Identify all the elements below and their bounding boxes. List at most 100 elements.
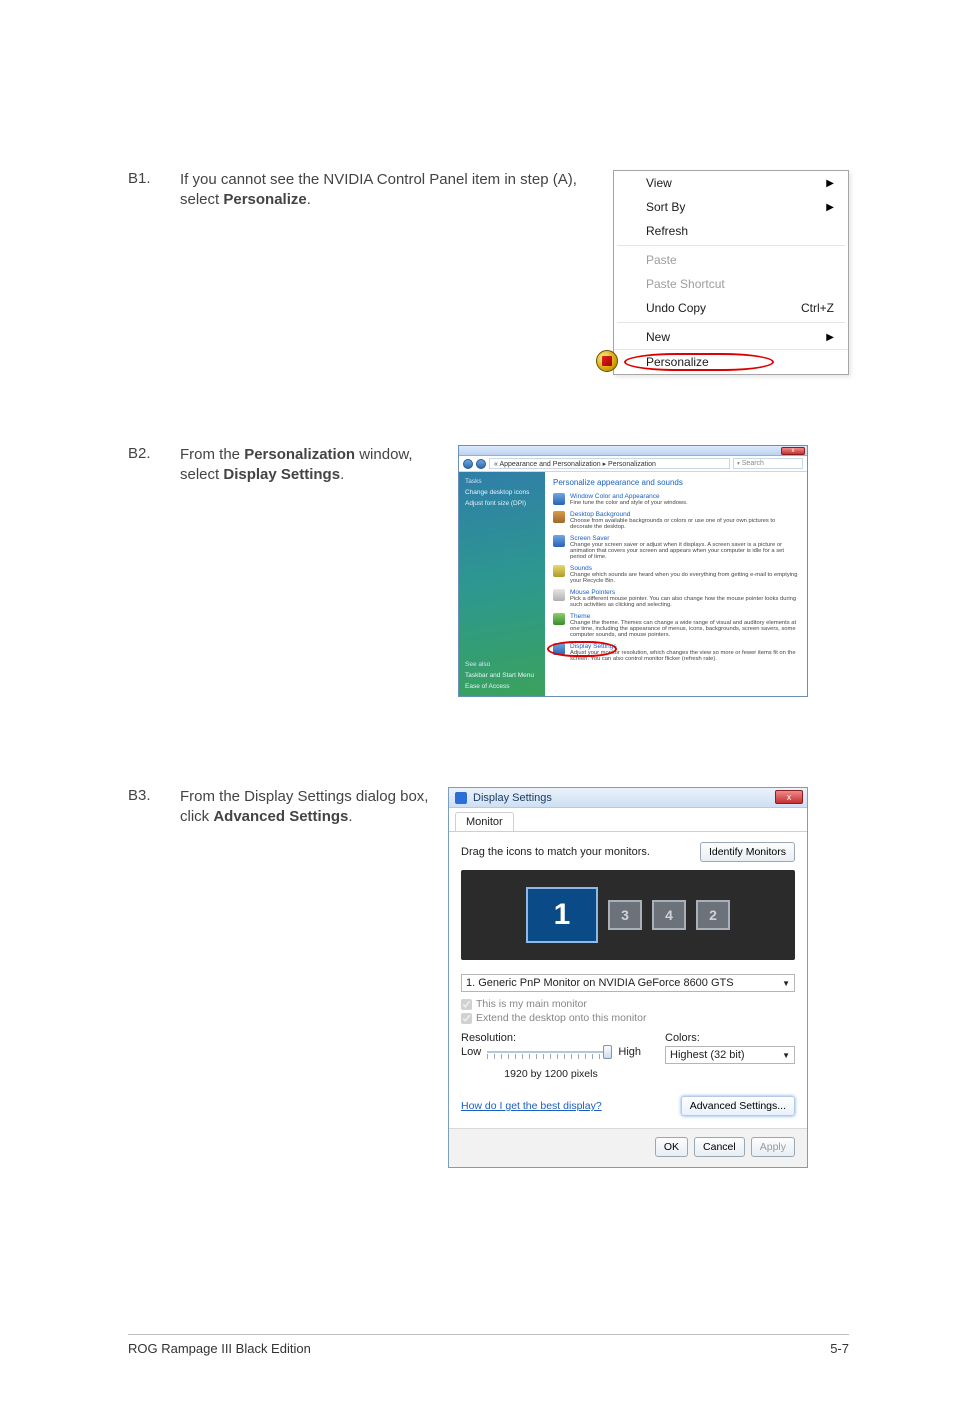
page-footer: ROG Rampage III Black Edition 5-7 [128, 1334, 849, 1356]
side-ease[interactable]: Ease of Access [465, 683, 539, 690]
side-adjust-font[interactable]: Adjust font size (DPI) [465, 500, 539, 507]
monitor-1[interactable]: 1 [526, 887, 598, 943]
b3-text: From the Display Settings dialog box, cl… [180, 787, 430, 1168]
chk-extend-input [461, 1013, 472, 1024]
display-settings-dialog: Display Settings x Monitor Drag the icon… [448, 787, 808, 1168]
search-input[interactable]: ▾ Search [733, 458, 803, 469]
chk-main-input [461, 999, 472, 1010]
chk-main-monitor: This is my main monitor [461, 998, 795, 1010]
menu-view[interactable]: View ▶ [614, 171, 848, 195]
b2-te: . [340, 466, 344, 483]
footer-page: 5-7 [830, 1341, 849, 1356]
b2-td: Display Settings [223, 466, 340, 483]
menu-undo-copy[interactable]: Undo Copy Ctrl+Z [614, 296, 848, 320]
menu-paste-sc-label: Paste Shortcut [646, 277, 725, 291]
slider-thumb[interactable] [603, 1045, 612, 1059]
chevron-down-icon: ▼ [782, 979, 790, 988]
resolution-slider[interactable]: Low High [461, 1046, 641, 1058]
slider-low: Low [461, 1046, 481, 1058]
monitor-arena: 1 3 4 2 [461, 870, 795, 960]
b2-text: From the Personalization window, select … [180, 445, 440, 697]
dropdown-value: 1. Generic PnP Monitor on NVIDIA GeForce… [466, 977, 734, 989]
item-desktop-bg[interactable]: Desktop BackgroundChoose from available … [553, 511, 799, 530]
menu-refresh[interactable]: Refresh [614, 219, 848, 243]
tab-monitor[interactable]: Monitor [455, 812, 514, 831]
section-b1: B1. If you cannot see the NVIDIA Control… [128, 170, 849, 375]
side-see-also: See also [465, 661, 539, 668]
identify-monitors-button[interactable]: Identify Monitors [700, 842, 795, 862]
personalization-window-image: x « Appearance and Personalization ▸ Per… [458, 445, 808, 697]
chk-extend-label: Extend the desktop onto this monitor [476, 1012, 646, 1024]
b3-tc: . [348, 808, 352, 825]
close-button[interactable]: x [781, 447, 805, 455]
help-link[interactable]: How do I get the best display? [461, 1100, 602, 1112]
titlebar: x [459, 446, 807, 456]
dialog-body: Drag the icons to match your monitors. I… [449, 832, 807, 1128]
b3-tb: Advanced Settings [213, 808, 348, 825]
desktop-bg-icon [553, 511, 565, 523]
display-settings-icon [553, 643, 565, 655]
nav-fwd-icon[interactable] [476, 459, 486, 469]
menu-personalize-label: Personalize [646, 355, 709, 369]
dialog-titlebar: Display Settings x [449, 788, 807, 808]
tab-row: Monitor [449, 808, 807, 832]
colors-dropdown[interactable]: Highest (32 bit) ▼ [665, 1046, 795, 1064]
chk-extend: Extend the desktop onto this monitor [461, 1012, 795, 1024]
side-tasks-hdr: Tasks [465, 478, 539, 485]
menu-new-label: New [646, 330, 670, 344]
cancel-button[interactable]: Cancel [694, 1137, 745, 1157]
monitor-2[interactable]: 2 [696, 900, 730, 930]
item-desc: Choose from available backgrounds or col… [570, 518, 799, 530]
item-desc: Change the theme. Themes can change a wi… [570, 620, 799, 638]
monitor-dropdown[interactable]: 1. Generic PnP Monitor on NVIDIA GeForce… [461, 974, 795, 992]
item-title: Mouse Pointers [570, 589, 615, 596]
resolution-value: 1920 by 1200 pixels [461, 1068, 641, 1080]
slider-high: High [618, 1046, 641, 1058]
item-title: Theme [570, 613, 590, 620]
item-mouse-pointers[interactable]: Mouse PointersPick a different mouse poi… [553, 589, 799, 608]
monitor-3[interactable]: 3 [608, 900, 642, 930]
menu-sort-by[interactable]: Sort By ▶ [614, 195, 848, 219]
side-taskbar[interactable]: Taskbar and Start Menu [465, 672, 539, 679]
advanced-settings-button[interactable]: Advanced Settings... [681, 1096, 795, 1116]
separator [617, 245, 845, 246]
item-display-settings[interactable]: Display SettingsAdjust your monitor reso… [553, 643, 799, 662]
item-desc: Fine tune the color and style of your wi… [570, 500, 688, 506]
item-title: Screen Saver [570, 535, 609, 542]
close-button[interactable]: x [775, 790, 803, 804]
b2-ta: From the [180, 446, 244, 463]
item-title: Sounds [570, 565, 592, 572]
menu-undo-label: Undo Copy [646, 301, 706, 315]
menu-new[interactable]: New ▶ [614, 325, 848, 349]
apply-button: Apply [751, 1137, 795, 1157]
theme-icon [553, 613, 565, 625]
menu-paste-label: Paste [646, 253, 677, 267]
chk-main-label: This is my main monitor [476, 998, 587, 1010]
item-sounds[interactable]: SoundsChange which sounds are heard when… [553, 565, 799, 584]
search-placeholder: Search [742, 460, 764, 467]
ok-button[interactable]: OK [655, 1137, 688, 1157]
item-window-color[interactable]: Window Color and AppearanceFine tune the… [553, 493, 799, 506]
item-desc: Pick a different mouse pointer. You can … [570, 596, 799, 608]
menu-sort-label: Sort By [646, 200, 685, 214]
menu-paste-shortcut: Paste Shortcut [614, 272, 848, 296]
menu-view-label: View [646, 176, 672, 190]
colors-column: Colors: Highest (32 bit) ▼ [665, 1032, 795, 1080]
separator [617, 322, 845, 323]
nav-back-icon[interactable] [463, 459, 473, 469]
menu-undo-shortcut: Ctrl+Z [801, 301, 834, 315]
breadcrumb[interactable]: « Appearance and Personalization ▸ Perso… [489, 458, 730, 469]
item-theme[interactable]: ThemeChange the theme. Themes can change… [553, 613, 799, 638]
personalize-icon [596, 350, 618, 372]
side-change-icons[interactable]: Change desktop icons [465, 489, 539, 496]
screen-saver-icon [553, 535, 565, 547]
menu-personalize[interactable]: Personalize [614, 349, 848, 374]
item-desc: Change which sounds are heard when you d… [570, 572, 799, 584]
sounds-icon [553, 565, 565, 577]
item-screen-saver[interactable]: Screen SaverChange your screen saver or … [553, 535, 799, 560]
address-bar: « Appearance and Personalization ▸ Perso… [459, 456, 807, 472]
b1-label: B1. [128, 170, 162, 375]
main-heading: Personalize appearance and sounds [553, 478, 799, 487]
section-b2: B2. From the Personalization window, sel… [128, 445, 849, 697]
monitor-4[interactable]: 4 [652, 900, 686, 930]
